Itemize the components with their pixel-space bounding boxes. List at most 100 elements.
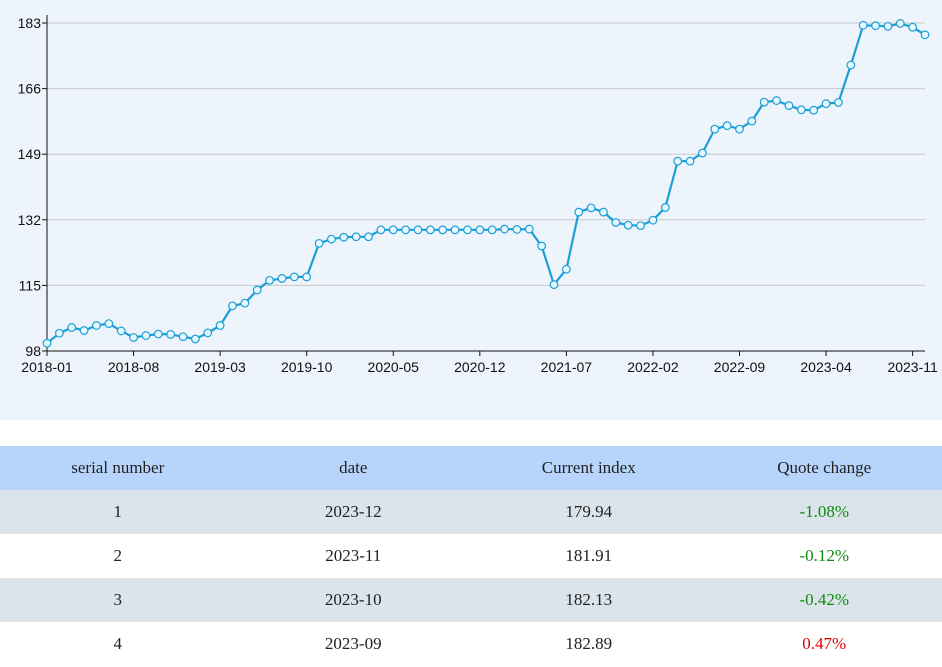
- y-tick-label: 115: [19, 277, 42, 293]
- data-point: [450, 225, 460, 235]
- data-point: [438, 225, 448, 235]
- chart-panel: 98 115 132 149 166 183 2018-01 2018-08 2019-03 20…: [0, 0, 942, 420]
- column-header-serial: serial number: [71, 458, 165, 477]
- date-cell: 2023-12: [324, 502, 382, 521]
- data-point: [302, 272, 312, 282]
- data-point: [487, 225, 497, 235]
- column-header-change: Quote change: [777, 458, 872, 477]
- index-table-container: serial number date Current index Quote c…: [0, 446, 942, 666]
- data-point: [574, 207, 584, 217]
- data-point: [228, 301, 237, 311]
- x-tick-label: 2018-01: [21, 359, 73, 375]
- data-point: [871, 21, 880, 31]
- data-point: [735, 124, 744, 134]
- data-point: [809, 105, 819, 115]
- data-point: [722, 121, 732, 131]
- data-point: [710, 124, 720, 134]
- x-tick-label: 2021-07: [541, 359, 593, 375]
- data-point: [549, 280, 559, 290]
- data-point: [425, 225, 435, 235]
- series-line: [46, 22, 926, 345]
- y-tick-label: 166: [18, 81, 42, 97]
- data-point: [685, 156, 695, 166]
- data-point: [463, 225, 472, 235]
- data-point: [42, 338, 52, 348]
- date-cell: 2023-10: [324, 590, 382, 609]
- change-cell: -0.12%: [799, 546, 850, 565]
- data-point: [599, 207, 608, 217]
- data-point: [623, 220, 633, 230]
- serial-cell: 4: [113, 634, 123, 653]
- data-point: [698, 148, 707, 158]
- data-point: [500, 224, 509, 234]
- change-cell: -0.42%: [799, 590, 850, 609]
- column-header-date: date: [339, 458, 368, 477]
- index-cell: 182.13: [565, 590, 613, 609]
- data-point: [314, 238, 324, 248]
- data-point: [821, 99, 831, 109]
- data-point: [327, 234, 336, 244]
- x-tick-label: 2019-03: [194, 359, 246, 375]
- serial-cell: 2: [113, 546, 123, 565]
- x-tick-label: 2022-09: [714, 359, 766, 375]
- data-point: [289, 272, 299, 282]
- data-point: [611, 218, 621, 227]
- data-point: [277, 274, 287, 283]
- x-tick-label: 2018-08: [108, 359, 160, 375]
- data-point: [883, 21, 893, 31]
- data-point: [512, 225, 522, 234]
- index-cell: 181.91: [565, 546, 613, 565]
- x-tick-label: 2020-05: [368, 359, 420, 375]
- data-point: [190, 334, 200, 344]
- serial-cell: 3: [113, 590, 123, 609]
- data-point: [858, 20, 868, 30]
- index-line-chart: 98 115 132 149 166 183 2018-01 2018-08 2019-03 20…: [18, 15, 938, 375]
- data-point: [834, 98, 843, 107]
- data-point: [92, 321, 101, 330]
- data-point: [388, 225, 398, 235]
- data-point: [524, 224, 534, 234]
- data-point: [116, 326, 126, 336]
- table-header-row: serial number date Current index Quote c…: [0, 446, 942, 490]
- date-cell: 2023-11: [325, 546, 382, 565]
- data-point: [908, 22, 918, 32]
- data-point: [586, 203, 596, 213]
- data-point: [129, 333, 138, 342]
- x-tick-label: 2020-12: [454, 359, 506, 375]
- data-point: [339, 232, 349, 242]
- data-point: [351, 232, 361, 242]
- data-point: [252, 285, 262, 295]
- table-row: 4 2023-09 182.89 0.47%: [0, 622, 942, 666]
- data-point: [846, 60, 856, 70]
- data-point: [413, 225, 423, 235]
- data-point: [215, 321, 225, 330]
- data-point: [796, 105, 806, 115]
- data-point: [895, 19, 905, 28]
- serial-cell: 1: [113, 502, 123, 521]
- column-header-index: Current index: [541, 458, 636, 477]
- data-point: [920, 30, 930, 40]
- x-tick-label: 2023-04: [800, 359, 852, 375]
- data-point: [203, 328, 213, 338]
- index-cell: 182.89: [565, 634, 613, 653]
- data-point: [153, 329, 163, 339]
- y-tick-label: 132: [18, 212, 42, 228]
- data-point: [648, 215, 658, 225]
- x-tick-label: 2019-10: [281, 359, 333, 375]
- y-tick-label: 183: [18, 15, 42, 31]
- data-point: [772, 96, 782, 105]
- data-point: [166, 330, 176, 339]
- data-point: [104, 319, 114, 329]
- data-point: [401, 225, 411, 235]
- data-point: [561, 264, 571, 274]
- table-row: 2 2023-11 181.91 -0.12%: [0, 534, 942, 578]
- data-point: [79, 326, 89, 335]
- x-tick-label: 2023-11: [887, 359, 938, 375]
- change-cell: 0.47%: [802, 634, 847, 653]
- data-point: [784, 101, 794, 110]
- date-cell: 2023-09: [324, 634, 382, 653]
- data-point: [747, 116, 757, 126]
- data-point: [178, 332, 188, 342]
- data-point: [54, 328, 64, 338]
- change-cell: -1.08%: [799, 502, 850, 521]
